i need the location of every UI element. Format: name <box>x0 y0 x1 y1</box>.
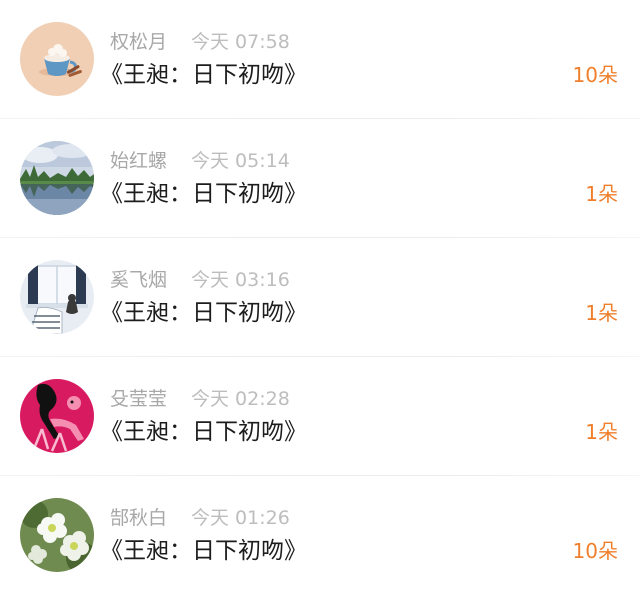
avatar[interactable] <box>20 260 94 334</box>
list-item[interactable]: 殳莹莹 今天 02:28 《王昶：日下初吻》 1朵 <box>0 357 640 476</box>
sender-name: 奚飞烟 <box>110 269 168 291</box>
list-item[interactable]: 郜秋白 今天 01:26 《王昶：日下初吻》 10朵 <box>0 476 640 593</box>
avatar[interactable] <box>20 379 94 453</box>
item-title: 《王昶：日下初吻》 <box>100 538 307 564</box>
avatar[interactable] <box>20 498 94 572</box>
sender-name: 权松月 <box>110 31 168 53</box>
flower-count: 1朵 <box>585 182 618 206</box>
white-flowers-icon <box>20 498 94 572</box>
avatar[interactable] <box>20 22 94 96</box>
sent-time: 今天 02:28 <box>191 388 290 410</box>
latte-mug-icon <box>20 22 94 96</box>
flower-count: 10朵 <box>572 539 618 563</box>
flower-count: 1朵 <box>585 420 618 444</box>
pink-panther-icon <box>20 379 94 453</box>
item-title: 《王昶：日下初吻》 <box>100 181 307 207</box>
gift-record-list: 权松月 今天 07:58 《王昶：日下初吻》 10朵 始红螺 今天 05:14 … <box>0 0 640 593</box>
sent-time: 今天 03:16 <box>191 269 290 291</box>
list-item[interactable]: 权松月 今天 07:58 《王昶：日下初吻》 10朵 <box>0 0 640 119</box>
sender-name: 郜秋白 <box>110 507 168 529</box>
sent-time: 今天 07:58 <box>191 31 290 53</box>
sender-name: 殳莹莹 <box>110 388 168 410</box>
list-item[interactable]: 奚飞烟 今天 03:16 《王昶：日下初吻》 1朵 <box>0 238 640 357</box>
item-title: 《王昶：日下初吻》 <box>100 300 307 326</box>
window-cat-icon <box>20 260 94 334</box>
item-title: 《王昶：日下初吻》 <box>100 419 307 445</box>
lake-landscape-icon <box>20 141 94 215</box>
sent-time: 今天 01:26 <box>191 507 290 529</box>
sender-name: 始红螺 <box>110 150 168 172</box>
avatar[interactable] <box>20 141 94 215</box>
list-item[interactable]: 始红螺 今天 05:14 《王昶：日下初吻》 1朵 <box>0 119 640 238</box>
sent-time: 今天 05:14 <box>191 150 290 172</box>
flower-count: 1朵 <box>585 301 618 325</box>
item-title: 《王昶：日下初吻》 <box>100 62 307 88</box>
flower-count: 10朵 <box>572 63 618 87</box>
